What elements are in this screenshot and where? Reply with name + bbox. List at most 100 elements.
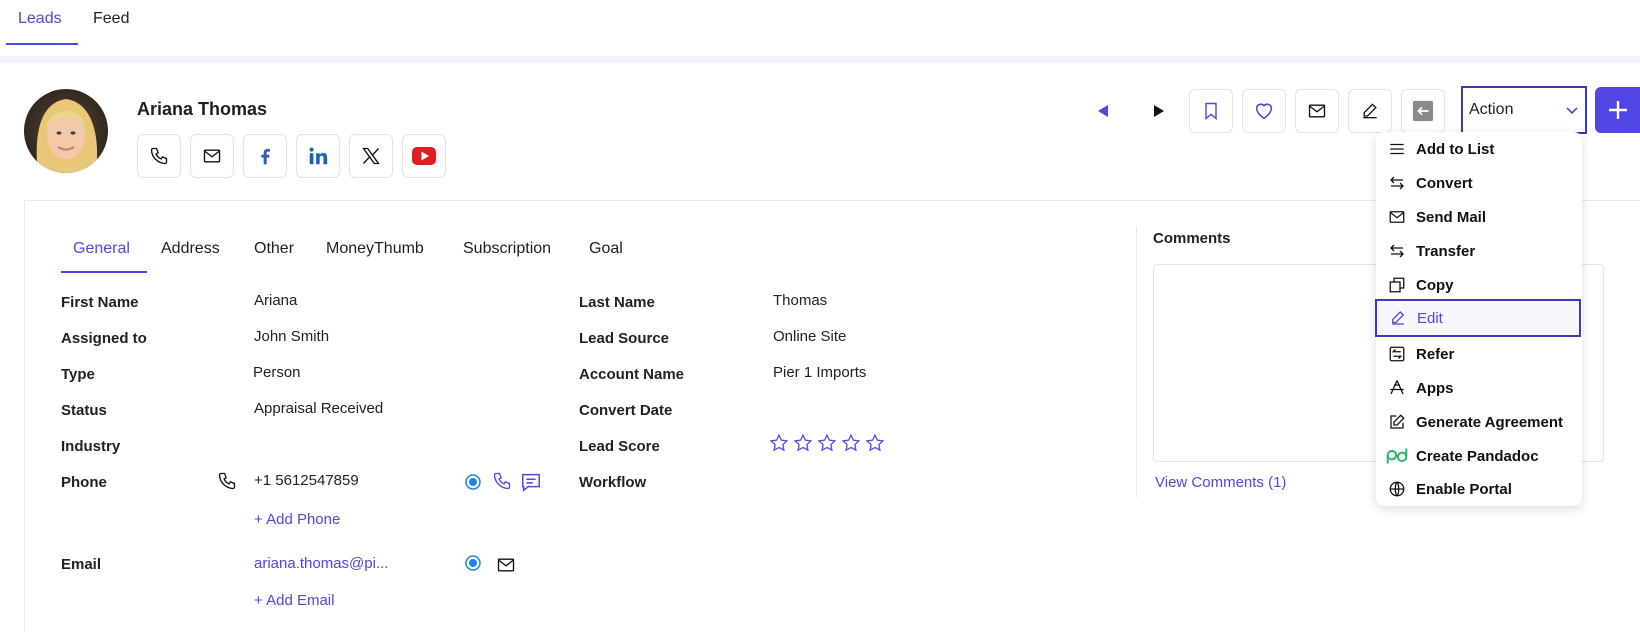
star-icon[interactable] (793, 433, 813, 453)
add-button[interactable] (1595, 87, 1640, 133)
menu-item-transfer[interactable]: Transfer (1376, 234, 1582, 268)
email-value[interactable]: ariana.thomas@pi... (254, 555, 388, 572)
lead-score-rating[interactable] (769, 433, 885, 453)
add-phone-link[interactable]: + Add Phone (254, 511, 340, 528)
menu-item-refer[interactable]: Refer (1376, 337, 1582, 371)
copy-icon (1386, 274, 1408, 296)
x-button[interactable] (349, 134, 393, 178)
tab-leads[interactable]: Leads (18, 10, 62, 28)
facebook-icon (255, 146, 275, 166)
menu-item-label: Generate Agreement (1416, 413, 1563, 431)
email-label: Email (61, 556, 102, 573)
edit-button[interactable] (1348, 89, 1392, 133)
last-name-label: Last Name (579, 294, 655, 311)
lead-name: Ariana Thomas (137, 99, 268, 119)
tab-feed[interactable]: Feed (93, 10, 129, 28)
tab-goal[interactable]: Goal (589, 240, 623, 258)
favorite-button[interactable] (1242, 89, 1286, 133)
lead-score-label: Lead Score (579, 438, 660, 455)
star-icon[interactable] (865, 433, 885, 453)
menu-item-label: Add to List (1416, 140, 1495, 158)
plus-icon (1607, 99, 1629, 121)
globe-icon (1386, 478, 1408, 500)
active-tab-underline (6, 43, 78, 45)
tab-general[interactable]: General (73, 240, 130, 258)
menu-item-create-pandadoc[interactable]: Create Pandadoc (1376, 439, 1582, 473)
pandadoc-icon (1386, 445, 1408, 467)
menu-item-convert[interactable]: Convert (1376, 166, 1582, 200)
edit-icon (1387, 307, 1409, 329)
tab-subscription[interactable]: Subscription (463, 240, 551, 258)
x-icon (361, 146, 381, 166)
first-name-value: Ariana (254, 292, 298, 309)
mail-button[interactable] (190, 134, 234, 178)
convert-icon (1386, 172, 1408, 194)
account-name-label: Account Name (579, 366, 685, 383)
top-tab-bar: Leads Feed (0, 0, 1640, 56)
menu-item-edit[interactable]: Edit (1375, 299, 1581, 337)
menu-item-label: Refer (1416, 345, 1455, 363)
assigned-to-value: John Smith (254, 328, 330, 345)
menu-item-label: Create Pandadoc (1416, 447, 1539, 465)
sms-icon[interactable] (520, 471, 542, 493)
youtube-button[interactable] (402, 134, 446, 178)
mail-icon (1386, 206, 1408, 228)
workflow-label: Workflow (579, 474, 647, 491)
phone-icon (149, 146, 169, 166)
menu-item-generate-agreement[interactable]: Generate Agreement (1376, 405, 1582, 439)
back-button[interactable] (1401, 89, 1445, 133)
tab-moneythumb[interactable]: MoneyThumb (326, 240, 424, 258)
view-comments-link[interactable]: View Comments (1) (1155, 474, 1286, 491)
menu-item-add-to-list[interactable]: Add to List (1376, 132, 1582, 166)
menu-item-enable-portal[interactable]: Enable Portal (1376, 472, 1582, 506)
menu-item-copy[interactable]: Copy (1376, 268, 1582, 302)
action-dropdown-label: Action (1469, 101, 1514, 118)
menu-item-label: Send Mail (1416, 208, 1487, 226)
header-divider (0, 56, 1640, 63)
industry-label: Industry (61, 438, 121, 455)
status-label: Status (61, 402, 107, 419)
assigned-to-label: Assigned to (61, 330, 147, 347)
call-icon[interactable] (492, 471, 512, 491)
mail-icon (202, 146, 222, 166)
next-record-button[interactable] (1148, 100, 1170, 122)
agreement-icon (1386, 411, 1408, 433)
send-mail-button[interactable] (1295, 89, 1339, 133)
edit-icon (1360, 101, 1380, 121)
primary-email-radio[interactable] (465, 555, 481, 571)
tab-address[interactable]: Address (161, 240, 220, 258)
mail-icon[interactable] (496, 555, 516, 575)
phone-button[interactable] (137, 134, 181, 178)
heart-icon (1253, 100, 1275, 122)
menu-item-send-mail[interactable]: Send Mail (1376, 200, 1582, 234)
action-menu: Add to List Convert Send Mail Transfer C… (1375, 132, 1582, 506)
linkedin-button[interactable] (296, 134, 340, 178)
avatar (24, 89, 108, 173)
add-email-link[interactable]: + Add Email (254, 592, 334, 609)
comments-title: Comments (1153, 230, 1231, 247)
account-name-value: Pier 1 Imports (773, 364, 867, 381)
facebook-button[interactable] (243, 134, 287, 178)
status-value: Appraisal Received (254, 400, 384, 417)
refer-icon (1386, 343, 1408, 365)
column-divider (1136, 226, 1137, 497)
action-dropdown[interactable]: Action (1461, 86, 1587, 134)
menu-item-apps[interactable]: Apps (1376, 371, 1582, 405)
type-value: Person (253, 364, 301, 381)
star-icon[interactable] (769, 433, 789, 453)
star-icon[interactable] (817, 433, 837, 453)
bookmark-icon (1201, 101, 1221, 121)
menu-item-label: Enable Portal (1416, 480, 1512, 498)
first-name-label: First Name (61, 294, 139, 311)
menu-item-label: Copy (1416, 276, 1454, 294)
last-name-value: Thomas (773, 292, 828, 309)
next-icon (1152, 104, 1166, 118)
bookmark-button[interactable] (1189, 89, 1233, 133)
star-icon[interactable] (841, 433, 861, 453)
tab-other[interactable]: Other (254, 240, 294, 258)
primary-phone-radio[interactable] (465, 474, 481, 490)
linkedin-icon (307, 145, 329, 167)
youtube-icon (412, 147, 436, 165)
convert-date-label: Convert Date (579, 402, 673, 419)
previous-record-button[interactable] (1092, 100, 1114, 122)
